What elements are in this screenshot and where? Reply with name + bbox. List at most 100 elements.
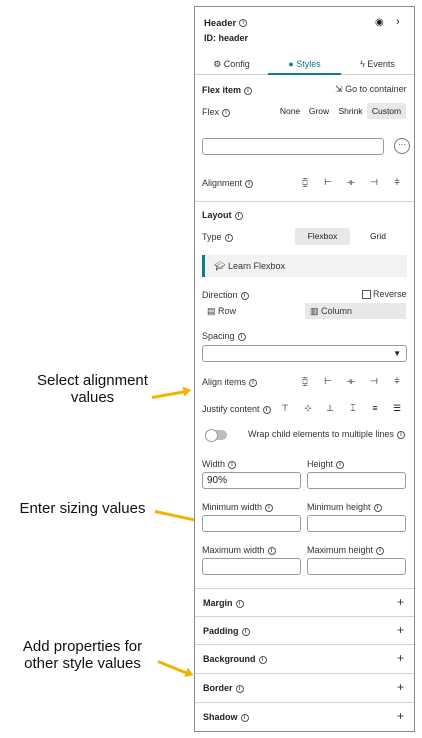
max-height-input[interactable] xyxy=(307,558,406,575)
section-shadow[interactable]: Shadow i + xyxy=(195,702,414,730)
flex-option-none[interactable]: None xyxy=(277,103,303,119)
align-start-icon[interactable]: ⊢ xyxy=(321,176,335,188)
tab-styles[interactable]: ● Styles xyxy=(268,53,341,75)
info-icon[interactable]: i xyxy=(228,460,237,469)
type-flexbox[interactable]: Flexbox xyxy=(295,228,350,245)
info-icon[interactable]: i xyxy=(373,503,382,512)
max-height-label: Maximum height i xyxy=(307,545,385,555)
align-end-icon[interactable]: ⊣ xyxy=(367,176,381,188)
gear-icon: ⚙ xyxy=(213,59,222,69)
justify-evenly-icon[interactable]: ☰ xyxy=(390,402,404,414)
align-items-center-icon[interactable]: ⟛ xyxy=(344,375,358,387)
flex-option-grow[interactable]: Grow xyxy=(306,103,332,119)
section-background[interactable]: Background i + xyxy=(195,644,414,672)
alignment-label: Alignment i xyxy=(202,178,254,188)
width-input[interactable]: 90% xyxy=(202,472,301,489)
learn-flexbox-link[interactable]: 🎓︎ Learn Flexbox xyxy=(202,255,407,277)
align-items-baseline-icon[interactable]: ⫩ xyxy=(390,375,404,387)
section-label: Background i xyxy=(203,654,267,664)
section-border[interactable]: Border i + xyxy=(195,673,414,701)
info-icon[interactable]: i xyxy=(237,332,246,341)
styles-panel: Header i ◉ › ID: header ⚙ Config ● Styles… xyxy=(194,6,415,732)
height-label: Height i xyxy=(307,459,345,469)
plus-icon[interactable]: + xyxy=(397,595,404,609)
info-icon[interactable]: i xyxy=(267,546,276,555)
chevron-down-icon: ▼ xyxy=(393,349,401,358)
max-width-input[interactable] xyxy=(202,558,301,575)
info-icon[interactable]: i xyxy=(235,684,244,693)
palette-icon: ● xyxy=(288,59,294,69)
wrap-toggle[interactable] xyxy=(205,429,227,442)
flex-option-shrink[interactable]: Shrink xyxy=(335,103,366,119)
info-icon[interactable]: i xyxy=(235,599,244,608)
tab-bar: ⚙ Config ● Styles ϟ Events xyxy=(195,53,414,75)
reverse-checkbox[interactable]: Reverse xyxy=(362,289,407,300)
height-input[interactable] xyxy=(307,472,406,489)
flex-label: Flex i xyxy=(202,107,231,117)
wrap-label: Wrap child elements to multiple lines i xyxy=(248,429,405,439)
justify-between-icon[interactable]: ⌶ xyxy=(346,402,360,414)
plus-icon[interactable]: + xyxy=(397,623,404,637)
tab-config[interactable]: ⚙ Config xyxy=(195,53,268,75)
info-icon[interactable]: i xyxy=(241,627,250,636)
container-icon: ⇲ xyxy=(335,84,343,94)
divider xyxy=(195,201,414,202)
info-icon[interactable]: i xyxy=(222,108,231,117)
align-items-stretch-icon[interactable]: ⧮ xyxy=(298,375,312,387)
checkbox-icon xyxy=(362,290,371,300)
chevron-right-icon[interactable]: › xyxy=(396,16,400,28)
plus-icon[interactable]: + xyxy=(397,651,404,665)
row-icon: ▤ xyxy=(207,306,216,316)
max-width-label: Maximum width i xyxy=(202,545,276,555)
info-icon[interactable]: i xyxy=(245,179,254,188)
info-icon[interactable]: i xyxy=(336,460,345,469)
flex-custom-input[interactable] xyxy=(202,138,384,155)
info-icon[interactable]: i xyxy=(240,291,249,300)
info-icon[interactable]: i xyxy=(240,713,249,722)
section-padding[interactable]: Padding i + xyxy=(195,616,414,644)
min-width-input[interactable] xyxy=(202,515,301,532)
layout-title: Layout i xyxy=(202,210,243,220)
justify-end-icon[interactable]: ⊥ xyxy=(323,402,337,414)
align-items-start-icon[interactable]: ⊢ xyxy=(321,375,335,387)
justify-content-label: Justify content i xyxy=(202,404,271,414)
min-height-label: Minimum height i xyxy=(307,502,382,512)
more-options-button[interactable]: ··· xyxy=(394,138,410,154)
plus-icon[interactable]: + xyxy=(397,680,404,694)
justify-start-icon[interactable]: ⊤ xyxy=(278,402,292,414)
info-icon[interactable]: i xyxy=(234,211,243,220)
eye-icon[interactable]: ◉ xyxy=(375,17,384,28)
bolt-icon: ϟ xyxy=(360,59,365,69)
info-icon[interactable]: i xyxy=(244,86,253,95)
info-icon[interactable]: i xyxy=(376,546,385,555)
align-center-icon[interactable]: ⟛ xyxy=(344,176,358,188)
info-icon[interactable]: i xyxy=(224,233,233,242)
plus-icon[interactable]: + xyxy=(397,709,404,723)
min-height-input[interactable] xyxy=(307,515,406,532)
tab-events[interactable]: ϟ Events xyxy=(341,53,414,75)
info-icon[interactable]: i xyxy=(262,405,271,414)
direction-column[interactable]: ▥ Column xyxy=(305,303,406,319)
info-icon[interactable]: i xyxy=(265,503,274,512)
annotation-sizing: Enter sizing values xyxy=(19,500,146,517)
justify-around-icon[interactable]: ≡ xyxy=(368,402,382,414)
section-label: Border i xyxy=(203,683,244,693)
info-icon[interactable]: i xyxy=(249,378,258,387)
section-margin[interactable]: Margin i + xyxy=(195,588,414,616)
justify-center-icon[interactable]: ⊹ xyxy=(301,402,315,414)
column-icon: ▥ xyxy=(310,306,319,316)
align-stretch-icon[interactable]: ⧮ xyxy=(298,176,312,188)
go-to-container-link[interactable]: ⇲ Go to container xyxy=(335,84,407,95)
width-label: Width i xyxy=(202,459,237,469)
spacing-select[interactable]: ▼ xyxy=(202,345,407,362)
info-icon[interactable]: i xyxy=(258,655,267,664)
flex-option-custom[interactable]: Custom xyxy=(367,103,406,119)
section-label: Shadow i xyxy=(203,712,249,722)
align-items-end-icon[interactable]: ⊣ xyxy=(367,375,381,387)
type-grid[interactable]: Grid xyxy=(363,228,393,245)
direction-row[interactable]: ▤ Row xyxy=(207,304,299,319)
info-icon[interactable]: i xyxy=(239,19,248,28)
align-baseline-icon[interactable]: ⫩ xyxy=(390,176,404,188)
info-icon[interactable]: i xyxy=(396,430,405,439)
annotation-properties: Add properties for other style values xyxy=(22,638,143,672)
